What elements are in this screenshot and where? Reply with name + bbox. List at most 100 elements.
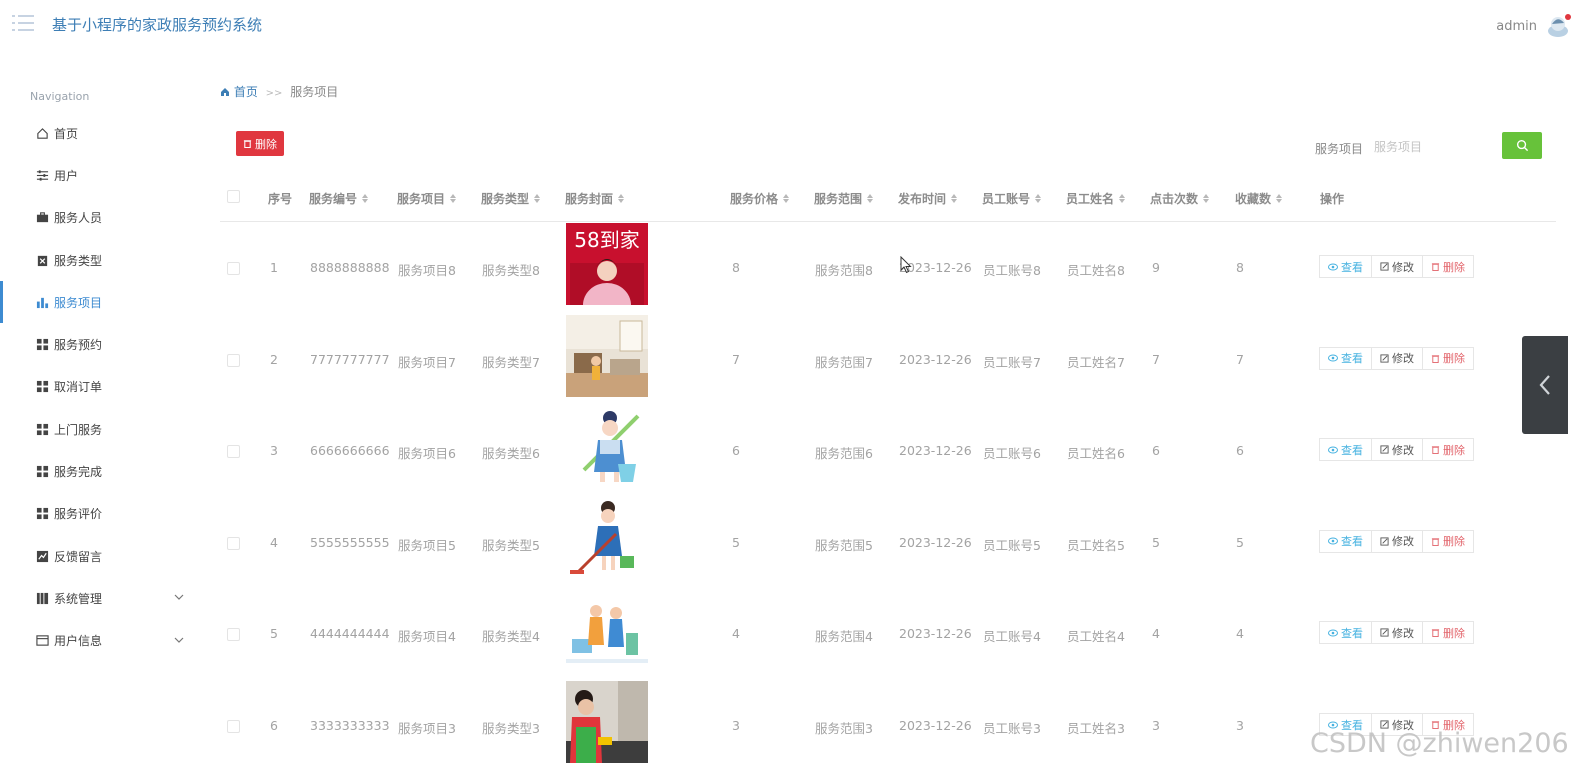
column-header-code[interactable]: 服务编号 (309, 190, 369, 207)
row-checkbox[interactable] (227, 628, 240, 642)
sidebar-item-system[interactable]: 系统管理 (0, 577, 200, 619)
delete-button[interactable]: 删除 (1422, 255, 1474, 278)
column-header-item[interactable]: 服务项目 (397, 190, 457, 207)
cover-thumbnail-living-room-photo[interactable] (566, 314, 648, 397)
column-header-name[interactable]: 员工姓名 (1066, 190, 1126, 207)
cover-thumbnail-cleaner-cartoon[interactable] (566, 406, 648, 489)
row-checkbox[interactable] (227, 720, 240, 733)
trash-icon (1431, 446, 1440, 455)
delete-button[interactable]: 删除 (1422, 346, 1474, 370)
cover-thumbnail-kitchen-photo[interactable] (566, 681, 648, 763)
sort-icon[interactable] (783, 194, 790, 203)
sort-icon[interactable] (534, 194, 541, 203)
briefcase-icon (36, 212, 49, 223)
column-header-account[interactable]: 员工账号 (982, 190, 1042, 207)
sidebar-item-users[interactable]: 用户 (0, 154, 200, 196)
sidebar-item-service-review[interactable]: 服务评价 (0, 493, 200, 535)
grid-icon (36, 508, 49, 520)
cell-account: 员工账号7 (983, 354, 1041, 370)
breadcrumb-home[interactable]: 首页 (220, 85, 262, 99)
cell-range: 服务范围3 (815, 721, 873, 736)
delete-button[interactable]: 删除 (1422, 438, 1474, 462)
column-header-clicks[interactable]: 点击次数 (1150, 190, 1210, 207)
row-checkbox[interactable] (227, 353, 240, 367)
cell-account: 员工账号5 (983, 537, 1041, 553)
sidebar-item-home-service[interactable]: 上门服务 (0, 408, 200, 450)
column-header-type[interactable]: 服务类型 (481, 190, 541, 207)
trash-icon (1431, 629, 1440, 638)
cover-thumbnail-mop-cartoon[interactable] (566, 497, 648, 580)
column-header-cover[interactable]: 服务封面 (565, 190, 625, 207)
view-button[interactable]: 查看 (1319, 346, 1372, 370)
sidebar-item-service-items[interactable]: 服务项目 (0, 281, 200, 324)
sort-icon[interactable] (867, 194, 874, 203)
menu-icon[interactable] (12, 14, 34, 32)
sort-icon[interactable] (618, 194, 625, 203)
row-checkbox[interactable] (227, 262, 240, 275)
view-button[interactable]: 查看 (1319, 255, 1372, 278)
cell-index: 5 (270, 626, 278, 642)
view-label: 查看 (1341, 535, 1363, 549)
batch-delete-button[interactable]: 删除 (236, 131, 284, 156)
view-button[interactable]: 查看 (1319, 621, 1372, 645)
sidebar-item-service-booking[interactable]: 服务预约 (0, 323, 200, 365)
edit-button[interactable]: 修改 (1371, 346, 1423, 370)
search-button[interactable] (1502, 132, 1542, 159)
edit-button[interactable]: 修改 (1371, 621, 1423, 645)
sidebar-item-user-info[interactable]: 用户信息 (0, 620, 200, 662)
cell-price: 3 (732, 718, 740, 733)
avatar-icon[interactable] (1545, 12, 1573, 40)
delete-button[interactable]: 删除 (1422, 621, 1474, 645)
cell-price: 4 (732, 626, 740, 642)
cover-thumbnail-team-cartoon[interactable] (566, 589, 648, 672)
sidebar-item-service-done[interactable]: 服务完成 (0, 450, 200, 492)
edit-icon (1380, 445, 1389, 454)
sort-icon[interactable] (951, 194, 958, 203)
column-header-range[interactable]: 服务范围 (814, 190, 874, 207)
cell-index: 4 (270, 534, 278, 550)
cell-index: 6 (270, 718, 278, 733)
sidebar-item-service-types[interactable]: 服务类型 (0, 239, 200, 281)
user-menu[interactable]: admin (1496, 12, 1573, 40)
column-header-favorites[interactable]: 收藏数 (1235, 190, 1283, 207)
sidebar-item-staff[interactable]: 服务人员 (0, 197, 200, 239)
view-button[interactable]: 查看 (1319, 529, 1372, 553)
breadcrumb-current: 服务项目 (290, 85, 339, 99)
row-checkbox[interactable] (227, 445, 240, 459)
delete-button[interactable]: 删除 (1422, 529, 1474, 553)
sort-icon[interactable] (1276, 194, 1283, 203)
column-header-index: 序号 (268, 192, 293, 206)
chevron-down-icon[interactable] (174, 592, 184, 602)
trash-icon (1431, 354, 1440, 363)
sort-icon[interactable] (362, 194, 369, 203)
sort-icon[interactable] (450, 194, 457, 203)
cover-thumbnail-sign-photo[interactable]: 58到家 (566, 223, 648, 305)
chevron-down-icon[interactable] (174, 635, 184, 645)
cell-name: 员工姓名6 (1067, 446, 1125, 462)
select-all-checkbox[interactable] (227, 190, 240, 203)
sort-icon[interactable] (1035, 194, 1042, 203)
cell-item: 服务项目7 (398, 354, 456, 370)
column-header-price[interactable]: 服务价格 (730, 190, 790, 207)
username[interactable]: admin (1496, 19, 1537, 34)
view-button[interactable]: 查看 (1319, 438, 1372, 462)
cell-date: 2023-12-26 (899, 626, 972, 642)
cell-code: 5555555555 (310, 534, 390, 550)
edit-button[interactable]: 修改 (1371, 255, 1423, 278)
sidebar-item-cancel-orders[interactable]: 取消订单 (0, 366, 200, 408)
sidebar-item-label: 服务预约 (54, 338, 103, 353)
row-checkbox[interactable] (227, 536, 240, 550)
edit-button[interactable]: 修改 (1371, 438, 1423, 462)
cell-price: 5 (732, 534, 740, 550)
cell-item: 服务项目4 (398, 629, 456, 645)
sidebar-item-home[interactable]: 首页 (0, 112, 200, 154)
column-header-date[interactable]: 发布时间 (898, 190, 958, 207)
grid-icon (36, 339, 49, 351)
sort-icon[interactable] (1119, 194, 1126, 203)
search-input[interactable] (1372, 134, 1496, 160)
sort-icon[interactable] (1203, 194, 1210, 203)
sidebar-item-feedback[interactable]: 反馈留言 (0, 535, 200, 577)
edit-button[interactable]: 修改 (1371, 529, 1423, 553)
batch-delete-label: 删除 (255, 138, 277, 151)
side-panel-toggle[interactable] (1522, 336, 1568, 434)
